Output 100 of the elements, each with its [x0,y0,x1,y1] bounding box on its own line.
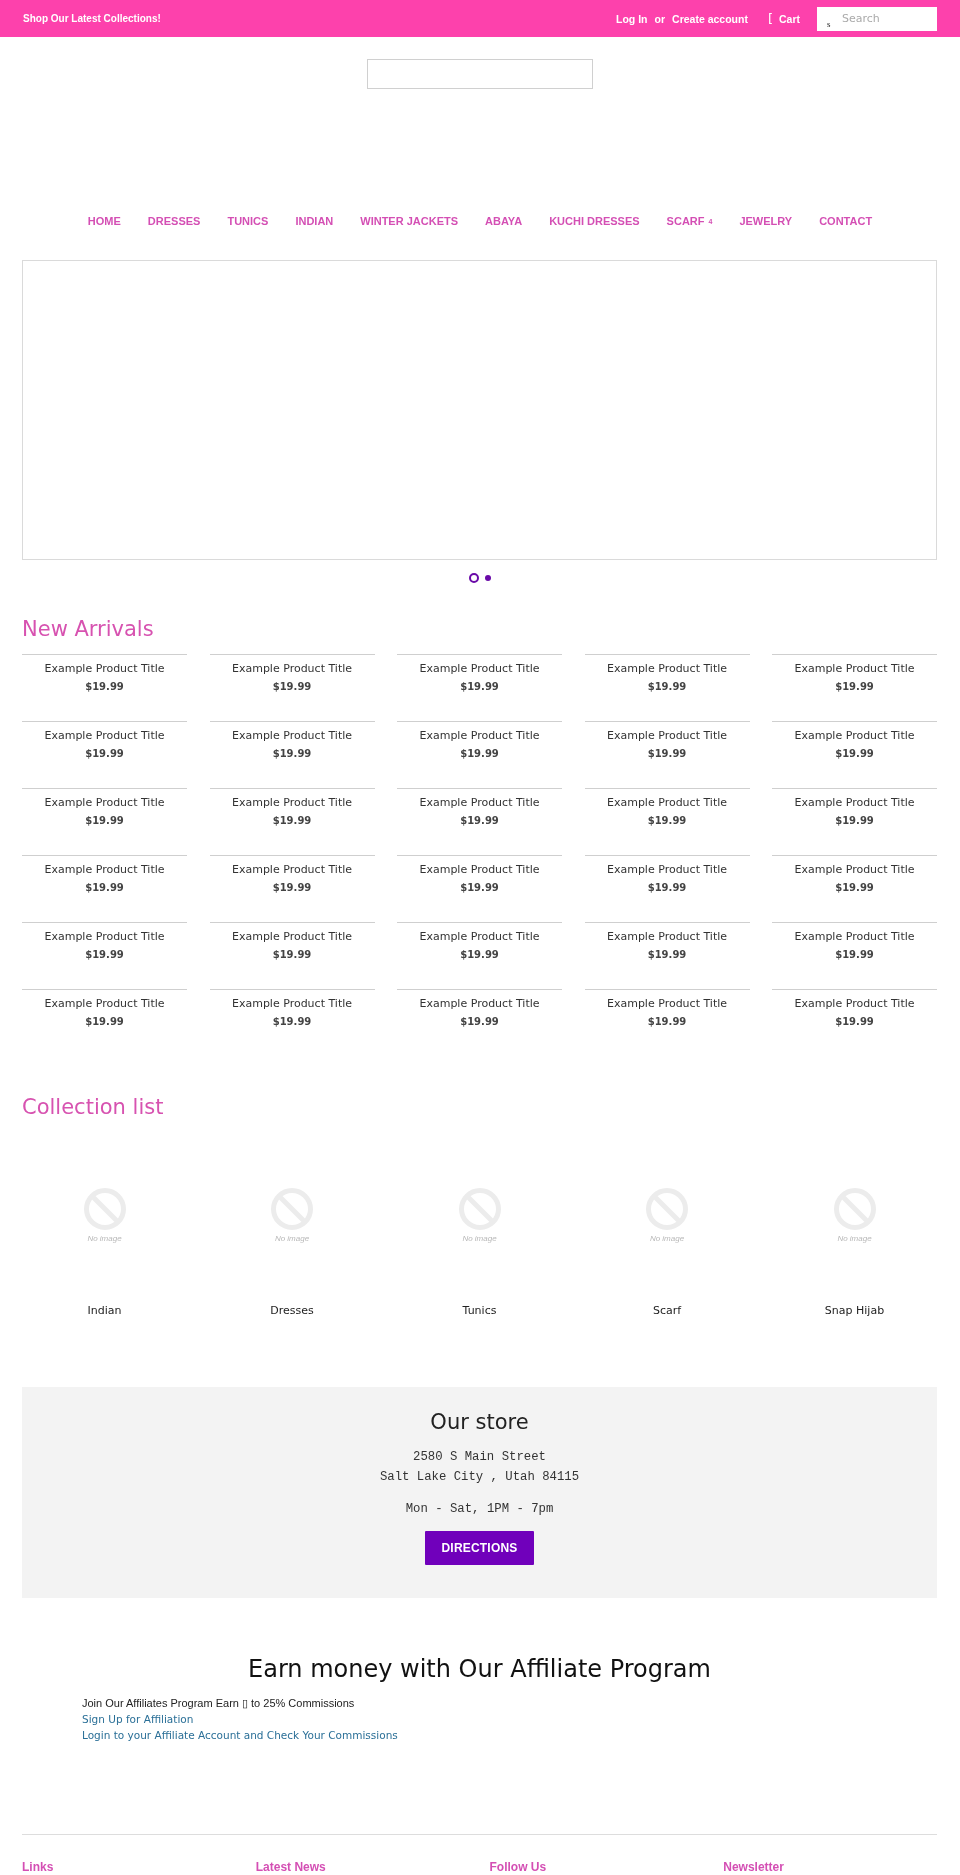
collection-name[interactable]: Snap Hijab [824,1304,885,1318]
product-title[interactable]: Example Product Title [44,863,165,877]
product-title[interactable]: Example Product Title [794,930,915,944]
product-price: $19.99 [460,814,499,828]
product-price: $19.99 [647,881,687,895]
product-price: $19.99 [835,747,874,761]
product-title[interactable]: Example Product Title [231,997,353,1011]
no-image-label: No image [837,1234,872,1244]
slide-dot[interactable] [468,573,479,583]
bracket-icon: [ [767,11,773,26]
product-price: $19.99 [85,1015,124,1029]
product-price: $19.99 [272,948,312,962]
product-title[interactable]: Example Product Title [231,930,353,944]
product-price: $19.99 [647,814,687,828]
collection-name[interactable]: Scarf [652,1304,682,1318]
product-price: $19.99 [460,680,499,694]
nav-link[interactable]: WINTER JACKETS [360,215,459,227]
nav-link[interactable]: INDIAN [295,215,334,227]
product-title[interactable]: Example Product Title [44,729,165,743]
product-price: $19.99 [835,814,874,828]
address-line: Salt Lake City , Utah 84115 [379,1469,580,1486]
product-title[interactable]: Example Product Title [606,997,728,1011]
product-title[interactable]: Example Product Title [794,729,915,743]
nav-link[interactable]: DRESSES [147,215,201,227]
no-image-label: No image [87,1234,122,1244]
product-title[interactable]: Example Product Title [794,662,915,676]
collection-name[interactable]: Dresses [270,1304,314,1318]
product-price: $19.99 [85,948,124,962]
search-glyph-icon: s [827,18,831,29]
product-title[interactable]: Example Product Title [794,863,915,877]
product-price: $19.99 [647,680,687,694]
product-title[interactable]: Example Product Title [419,930,540,944]
product-title[interactable]: Example Product Title [794,796,915,810]
product-price: $19.99 [835,881,874,895]
product-title[interactable]: Example Product Title [419,796,540,810]
product-price: $19.99 [835,1015,874,1029]
nav-link[interactable]: ABAYA [485,215,523,227]
nav-link[interactable]: JEWELRY [739,215,793,227]
product-title[interactable]: Example Product Title [231,729,353,743]
product-title[interactable]: Example Product Title [231,796,353,810]
product-price: $19.99 [460,1015,499,1029]
product-price: $19.99 [647,747,687,761]
promo-text: Shop Our Latest Collections! [23,13,161,24]
affiliate-heading: Earn money with Our Affiliate Program [247,1654,712,1684]
product-title[interactable]: Example Product Title [794,997,915,1011]
product-title[interactable]: Example Product Title [44,796,165,810]
footer-heading: Latest News [255,1860,326,1874]
product-price: $19.99 [272,881,312,895]
product-title[interactable]: Example Product Title [606,796,728,810]
product-price: $19.99 [647,948,687,962]
collection-name[interactable]: Tunics [462,1304,497,1318]
product-title[interactable]: Example Product Title [231,863,353,877]
product-title[interactable]: Example Product Title [606,930,728,944]
footer-heading: Links [22,1860,54,1874]
separator-text: or [654,12,666,25]
no-image-label: No image [274,1234,310,1244]
nav-link[interactable]: CONTACT [819,215,873,227]
product-price: $19.99 [272,747,312,761]
section-heading: Collection list [22,1094,165,1120]
affiliate-link[interactable]: Login to your Affiliate Account and Check Your Commissions [82,1727,398,1743]
product-title[interactable]: Example Product Title [419,662,540,676]
no-image-label: No image [649,1234,685,1244]
product-price: $19.99 [460,881,499,895]
footer-heading: Newsletter [723,1860,784,1874]
product-price: $19.99 [835,680,874,694]
product-price: $19.99 [272,1015,312,1029]
directions-button[interactable]: DIRECTIONS [425,1531,534,1565]
nav-link[interactable]: KUCHI DRESSES [549,215,640,227]
product-title[interactable]: Example Product Title [44,997,165,1011]
product-title[interactable]: Example Product Title [606,863,728,877]
product-title[interactable]: Example Product Title [44,662,165,676]
product-price: $19.99 [460,948,499,962]
product-price: $19.99 [85,881,124,895]
product-price: $19.99 [272,814,312,828]
footer-heading: Follow Us [489,1860,547,1874]
product-price: $19.99 [835,948,874,962]
product-title[interactable]: Example Product Title [231,662,353,676]
product-price: $19.99 [85,747,124,761]
address-line: 2580 S Main Street [413,1449,546,1466]
product-title[interactable]: Example Product Title [606,729,728,743]
product-title[interactable]: Example Product Title [44,930,165,944]
slide-dot[interactable] [484,575,491,581]
product-title[interactable]: Example Product Title [606,662,728,676]
product-price: $19.99 [460,747,499,761]
affiliate-link[interactable]: Sign Up for Affiliation [82,1711,194,1727]
collection-name[interactable]: Indian [87,1304,122,1318]
product-title[interactable]: Example Product Title [419,729,540,743]
nav-link[interactable]: TUNICS [227,215,269,227]
product-price: $19.99 [272,680,312,694]
product-title[interactable]: Example Product Title [419,997,540,1011]
no-image-label: No image [462,1234,497,1244]
nav-link[interactable]: HOME [87,215,121,227]
hours-text: Mon - Sat, 1PM - 7pm [405,1501,554,1518]
section-heading: New Arrivals [22,616,155,642]
product-price: $19.99 [85,814,124,828]
affiliate-intro: Join Our Affiliates Program Earn ▯ to 25% Commissions [82,1696,355,1711]
product-price: $19.99 [85,680,124,694]
store-title: Our store [430,1409,529,1435]
product-title[interactable]: Example Product Title [419,863,540,877]
product-price: $19.99 [647,1015,687,1029]
